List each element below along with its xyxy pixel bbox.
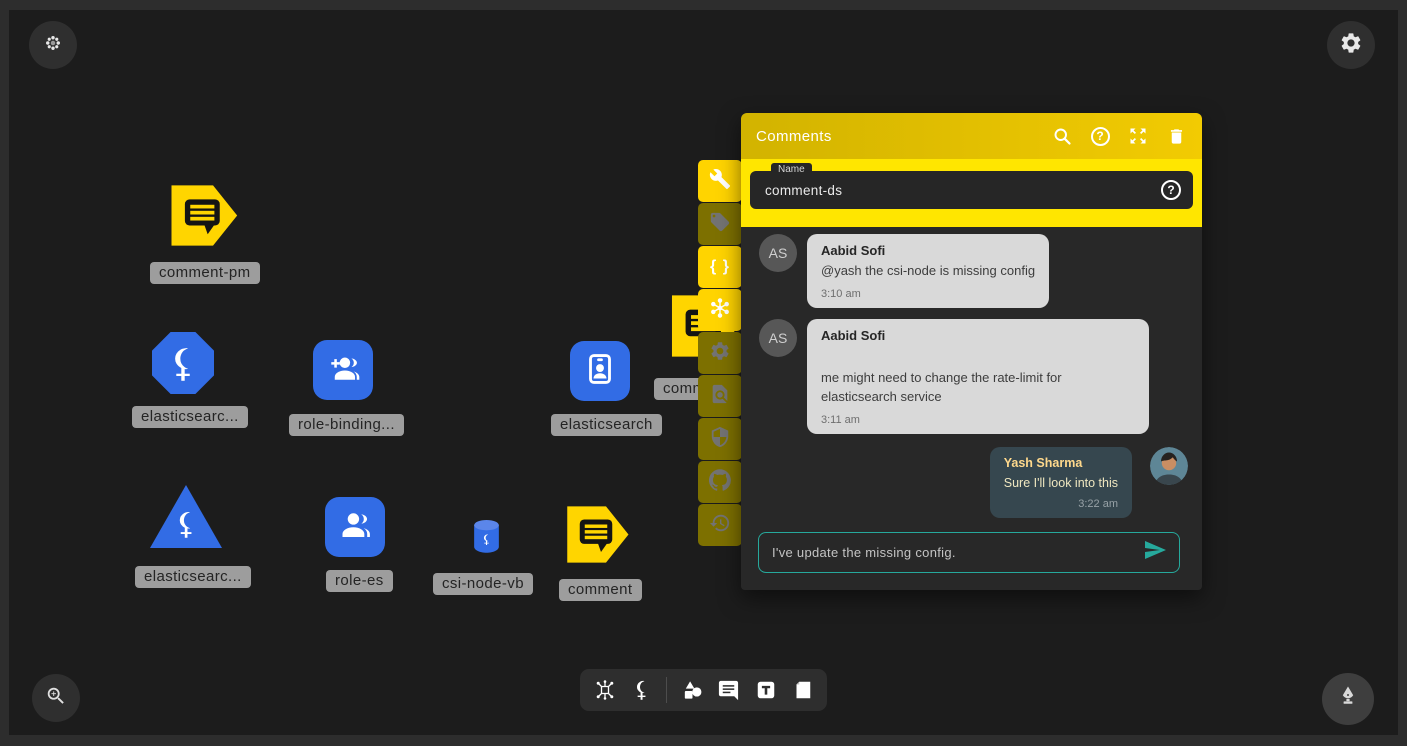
toolbar-configure-button[interactable] xyxy=(698,160,742,202)
toolbar-inspect-button[interactable] xyxy=(698,375,742,417)
flower-logo-icon xyxy=(44,34,62,57)
toolbar-github-button[interactable] xyxy=(698,461,742,503)
message: AS Aabid Sofi me might need to change th… xyxy=(759,319,1188,434)
node-elasticsearch-serviceaccount[interactable] xyxy=(570,341,630,401)
node-label[interactable]: csi-node-vb xyxy=(433,573,533,595)
message-time: 3:22 am xyxy=(1004,498,1118,510)
message: AS Aabid Sofi @yash the csi-node is miss… xyxy=(759,234,1188,308)
avatar: AS xyxy=(759,319,797,357)
kubernetes-icon: ⚸ xyxy=(169,341,197,385)
message-bubble[interactable]: Aabid Sofi @yash the csi-node is missing… xyxy=(807,234,1049,308)
name-input[interactable] xyxy=(765,183,1161,198)
name-field[interactable]: Name ? xyxy=(750,171,1193,209)
node-label[interactable]: comment-pm xyxy=(150,262,260,284)
message-author: Aabid Sofi xyxy=(821,328,1135,343)
name-field-label: Name xyxy=(771,163,812,177)
node-comment[interactable] xyxy=(566,504,631,570)
name-help-icon[interactable]: ? xyxy=(1161,180,1181,200)
panel-title: Comments xyxy=(756,128,1035,145)
shield-icon xyxy=(709,426,731,453)
node-label[interactable]: elasticsearc... xyxy=(132,406,248,428)
toolbar-json-button[interactable]: { } xyxy=(698,246,742,288)
node-label[interactable]: role-binding... xyxy=(289,414,404,436)
avatar: AS xyxy=(759,234,797,272)
user-icon xyxy=(336,506,374,549)
kubernetes-tool-button[interactable]: ⚸ xyxy=(630,678,654,702)
zoom-in-button[interactable] xyxy=(32,674,80,722)
comment-tool-button[interactable] xyxy=(717,678,741,702)
app-logo-button[interactable] xyxy=(29,21,77,69)
node-role-binding[interactable] xyxy=(313,340,373,400)
message-text: @yash the csi-node is missing config xyxy=(821,262,1035,281)
send-icon[interactable] xyxy=(1143,538,1167,567)
zoom-in-icon xyxy=(45,685,67,712)
node-label[interactable]: role-es xyxy=(326,570,393,592)
gear-icon xyxy=(1339,31,1363,60)
pen-nib-icon xyxy=(1336,685,1360,714)
comments-panel: Comments ? Name ? AS xyxy=(741,113,1202,590)
text-tool-button[interactable] xyxy=(754,678,778,702)
comments-panel-body: AS Aabid Sofi @yash the csi-node is miss… xyxy=(741,227,1202,590)
message-author: Yash Sharma xyxy=(1004,456,1118,470)
delete-icon[interactable] xyxy=(1165,125,1187,147)
node-label[interactable]: elasticsearc... xyxy=(135,566,251,588)
node-comment-pm[interactable] xyxy=(170,184,240,252)
pen-tool-button[interactable] xyxy=(1322,673,1374,725)
name-field-block: Name ? xyxy=(741,159,1202,227)
wrench-icon xyxy=(709,168,731,195)
comment-input-box[interactable] xyxy=(758,532,1180,573)
toolbar-settings-button[interactable] xyxy=(698,332,742,374)
comments-panel-header[interactable]: Comments ? xyxy=(741,113,1202,159)
doc-search-icon xyxy=(709,383,731,410)
history-icon xyxy=(709,512,731,539)
settings-button[interactable] xyxy=(1327,21,1375,69)
id-badge-icon xyxy=(581,350,619,393)
comment-input[interactable] xyxy=(772,545,1143,560)
message-author: Aabid Sofi xyxy=(821,243,1035,258)
message-text: Sure I'll look into this xyxy=(1004,474,1118,492)
message-bubble[interactable]: Yash Sharma Sure I'll look into this 3:2… xyxy=(990,447,1132,518)
braces-icon: { } xyxy=(710,258,730,276)
schematic-tool-button[interactable] xyxy=(593,678,617,702)
toolbar-mesh-button[interactable] xyxy=(698,289,742,331)
help-icon[interactable]: ? xyxy=(1089,125,1111,147)
dock-divider xyxy=(666,677,667,703)
app-window: comment-pm ⚸ elasticsearc... role-bindin… xyxy=(0,0,1407,746)
node-role-es[interactable] xyxy=(325,497,385,557)
node-action-toolbar: { } xyxy=(698,160,742,547)
kubernetes-icon: ⚸ xyxy=(633,678,649,703)
gear-icon xyxy=(709,340,731,367)
note-tool-button[interactable] xyxy=(790,678,814,702)
toolbar-label-button[interactable] xyxy=(698,203,742,245)
yash-avatar xyxy=(1150,447,1188,485)
toolbar-security-button[interactable] xyxy=(698,418,742,460)
message-bubble[interactable]: Aabid Sofi me might need to change the r… xyxy=(807,319,1149,434)
message-list: AS Aabid Sofi @yash the csi-node is miss… xyxy=(741,227,1202,530)
toolbar-history-button[interactable] xyxy=(698,504,742,546)
add-user-icon xyxy=(324,349,362,392)
expand-icon[interactable] xyxy=(1127,125,1149,147)
mesh-hub-icon xyxy=(709,297,731,324)
canvas-tools-dock: ⚸ xyxy=(580,669,827,711)
message: Yash Sharma Sure I'll look into this 3:2… xyxy=(759,447,1188,518)
svg-text:⚸: ⚸ xyxy=(482,533,491,547)
node-label[interactable]: comment xyxy=(559,579,642,601)
github-icon xyxy=(709,469,731,496)
tag-icon xyxy=(709,211,731,238)
node-csi-node-vb[interactable]: ⚸ xyxy=(470,519,503,559)
message-time: 3:10 am xyxy=(821,288,1035,300)
node-label[interactable]: elasticsearch xyxy=(551,414,662,436)
search-icon[interactable] xyxy=(1051,125,1073,147)
shapes-tool-button[interactable] xyxy=(680,678,704,702)
message-text: me might need to change the rate-limit f… xyxy=(821,369,1135,407)
kubernetes-icon: ⚸ xyxy=(175,507,197,542)
message-time: 3:11 am xyxy=(821,414,1135,426)
